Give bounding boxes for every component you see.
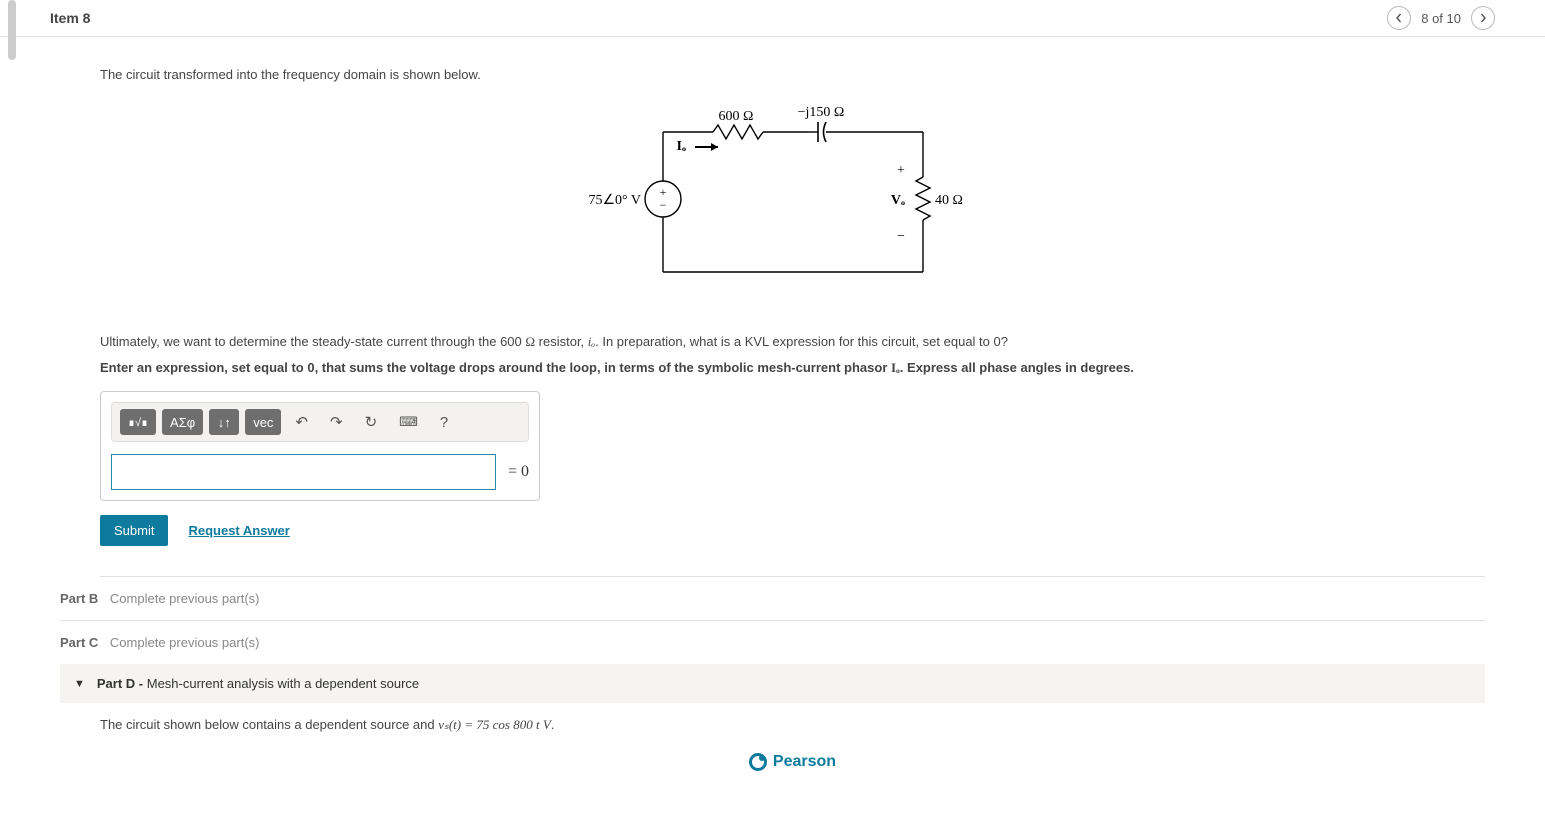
q-Io: Iₒ [891,360,900,375]
part-b-row: Part B Complete previous part(s) [60,577,1485,621]
part-d-header[interactable]: ▼ Part D - Mesh-current analysis with a … [60,664,1485,703]
keyboard-button[interactable]: ⌨ [391,410,426,434]
scrollbar-handle[interactable] [8,0,16,60]
subscript-button[interactable]: ↓↑ [209,409,239,435]
pearson-logo-icon [749,753,767,771]
svg-text:−: − [659,198,666,212]
vo-label: Vₒ [890,193,904,208]
request-answer-link[interactable]: Request Answer [188,523,289,538]
circuit-figure: + − 75∠0° V Iₒ 600 Ω −j150 Ω + Vₒ − 40 Ω [100,102,1485,302]
header: Item 8 8 of 10 [0,0,1545,37]
reset-button[interactable]: ↻ [357,409,386,435]
part-d-label: Part D - [97,676,143,691]
r2-label: 40 Ω [935,193,963,208]
footer-brand-text: Pearson [773,753,836,771]
content-area: The circuit transformed into the frequen… [0,37,1545,791]
intro-text: The circuit transformed into the frequen… [100,67,1485,82]
circuit-svg: + − 75∠0° V Iₒ 600 Ω −j150 Ω + Vₒ − 40 Ω [583,102,1003,302]
q-line1-a: Ultimately, we want to determine the ste… [100,334,525,349]
q-line1-b: resistor, [535,334,588,349]
answer-input[interactable] [111,454,496,490]
source-label: 75∠0° V [588,193,641,208]
prev-button[interactable] [1387,6,1411,30]
part-c-text: Complete previous part(s) [110,635,260,650]
vec-button[interactable]: vec [245,409,281,435]
part-b-text: Complete previous part(s) [110,591,260,606]
equation-toolbar: ∎√∎ ΑΣφ ↓↑ vec ↶ ↷ ↻ ⌨ ? [111,402,529,442]
part-c-label: Part C [60,635,98,650]
q-line1-c: . In preparation, what is a KVL expressi… [595,334,1008,349]
q-line2-b: . Express all phase angles in degrees. [900,360,1134,375]
minus-label: − [897,229,905,244]
greek-button[interactable]: ΑΣφ [162,409,203,435]
q-ohm: Ω [525,334,535,349]
action-row: Submit Request Answer [100,515,1485,546]
part-d-titletext: Mesh-current analysis with a dependent s… [143,676,419,691]
submit-button[interactable]: Submit [100,515,168,546]
next-button[interactable] [1471,6,1495,30]
item-title: Item 8 [50,10,90,26]
help-button[interactable]: ? [432,410,456,435]
item-counter: 8 of 10 [1421,11,1461,26]
chevron-left-icon [1394,13,1404,23]
caret-down-icon: ▼ [74,678,85,690]
chevron-right-icon [1478,13,1488,23]
part-d-body-b: vₛ(t) = 75 cos 800 t V [438,717,551,732]
input-row: = 0 [111,454,529,490]
part-b-label: Part B [60,591,98,606]
templates-button[interactable]: ∎√∎ [120,409,156,435]
part-c-row: Part C Complete previous part(s) [60,621,1485,664]
footer-brand: Pearson [100,753,1485,771]
q-line2-a: Enter an expression, set equal to 0, tha… [100,360,891,375]
item-nav: 8 of 10 [1387,6,1505,30]
part-d-body: The circuit shown below contains a depen… [100,703,1485,733]
equals-zero: = 0 [508,463,529,481]
cap-label: −j150 Ω [797,105,844,120]
svg-text:+: + [659,185,666,199]
undo-button[interactable]: ↶ [287,409,316,435]
parts-list: Part B Complete previous part(s) Part C … [100,576,1485,733]
redo-button[interactable]: ↷ [322,409,351,435]
answer-box: ∎√∎ ΑΣφ ↓↑ vec ↶ ↷ ↻ ⌨ ? = 0 [100,391,540,501]
part-d-body-c: . [551,717,555,732]
part-d-body-a: The circuit shown below contains a depen… [100,717,438,732]
io-label: Iₒ [676,139,685,154]
question-text: Ultimately, we want to determine the ste… [100,332,1485,377]
plus-label: + [897,163,905,178]
part-d-title: Part D - Mesh-current analysis with a de… [97,676,419,691]
r1-label: 600 Ω [718,109,753,124]
